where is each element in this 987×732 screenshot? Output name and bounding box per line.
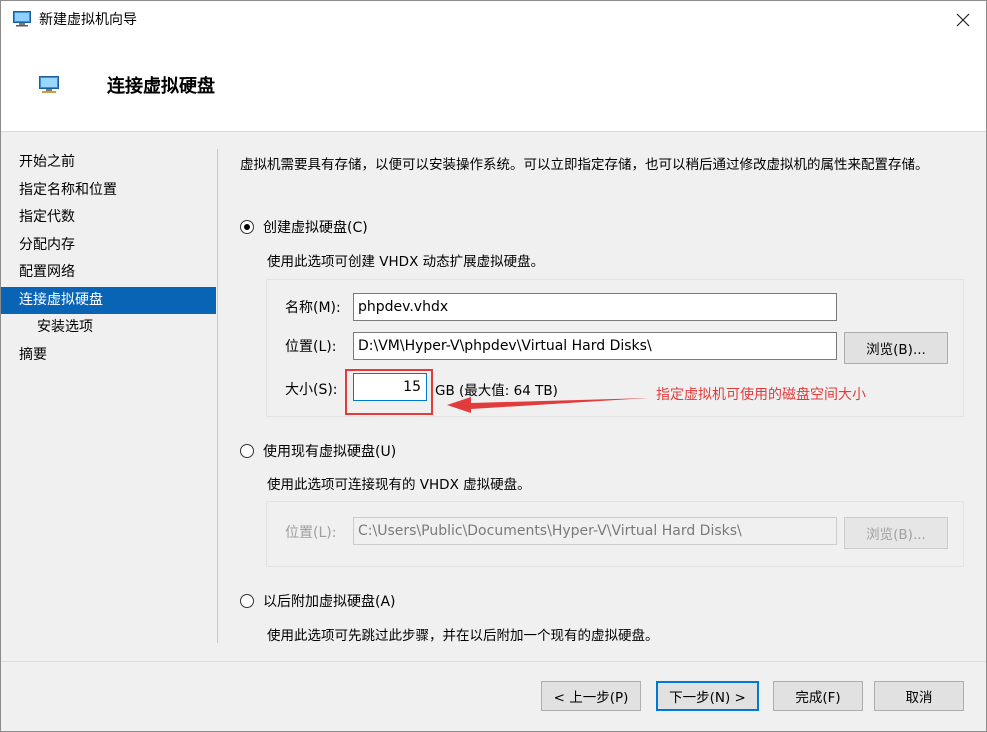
nav-item-install-options[interactable]: 安装选项 [1,314,216,342]
nav-item-before-you-begin[interactable]: 开始之前 [1,149,216,177]
monitor-icon [13,11,31,27]
wizard-footer: < 上一步(P) 下一步(N) > 完成(F) 取消 [1,661,986,731]
wizard-window: 新建虚拟机向导 连接虚拟硬盘 开始之前 指定名称和位置 指定代数 分配内存 配置… [0,0,987,732]
nav-item-summary[interactable]: 摘要 [1,342,216,370]
name-input[interactable]: phpdev.vhdx [353,293,837,321]
radio-attach-later[interactable]: 以后附加虚拟硬盘(A) [240,591,396,611]
annotation-text: 指定虚拟机可使用的磁盘空间大小 [656,387,866,403]
attach-later-description: 使用此选项可先跳过此步骤，并在以后附加一个现有的虚拟硬盘。 [267,628,659,644]
monitor-icon [39,76,59,93]
radio-later-label: 以后附加虚拟硬盘(A) [263,594,396,610]
wizard-nav: 开始之前 指定名称和位置 指定代数 分配内存 配置网络 连接虚拟硬盘 安装选项 … [1,149,216,369]
nav-item-virtual-disk[interactable]: 连接虚拟硬盘 [1,286,216,314]
radio-existing-disk[interactable]: 使用现有虚拟硬盘(U) [240,441,396,461]
radio-create-disk[interactable]: 创建虚拟硬盘(C) [240,217,368,237]
existing-browse-button[interactable]: 浏览(B)... [844,517,948,549]
page-title: 连接虚拟硬盘 [107,76,215,97]
location-label: 位置(L): [285,339,337,355]
browse-button[interactable]: 浏览(B)... [844,332,948,364]
nav-item-memory[interactable]: 分配内存 [1,232,216,260]
close-icon [956,13,970,27]
nav-item-name-location[interactable]: 指定名称和位置 [1,177,216,205]
radio-existing-label: 使用现有虚拟硬盘(U) [263,444,397,460]
next-button[interactable]: 下一步(N) > [656,681,759,711]
radio-indicator [240,594,254,608]
create-disk-description: 使用此选项可创建 VHDX 动态扩展虚拟硬盘。 [267,254,545,270]
radio-create-label: 创建虚拟硬盘(C) [263,220,368,236]
location-input[interactable]: D:\VM\Hyper-V\phpdev\Virtual Hard Disks\ [353,332,837,360]
page-header: 连接虚拟硬盘 [1,39,986,132]
page-description: 虚拟机需要具有存储，以便可以安装操作系统。可以立即指定存储，也可以稍后通过修改虚… [240,157,929,173]
size-label: 大小(S): [285,382,338,398]
existing-location-label: 位置(L): [285,525,337,541]
radio-indicator [240,220,254,234]
finish-button[interactable]: 完成(F) [773,681,863,711]
annotation-arrow-icon [447,397,649,413]
name-label: 名称(M): [285,300,341,316]
nav-item-network[interactable]: 配置网络 [1,259,216,287]
window-title: 新建虚拟机向导 [39,12,137,28]
nav-divider [217,149,218,643]
radio-indicator [240,444,254,458]
cancel-button[interactable]: 取消 [874,681,964,711]
title-bar: 新建虚拟机向导 [1,1,986,39]
previous-button[interactable]: < 上一步(P) [541,681,641,711]
existing-disk-description: 使用此选项可连接现有的 VHDX 虚拟硬盘。 [267,477,531,493]
nav-item-generation[interactable]: 指定代数 [1,204,216,232]
annotation-highlight-box [345,369,433,415]
existing-location-input[interactable]: C:\Users\Public\Documents\Hyper-V\Virtua… [353,517,837,545]
close-button[interactable] [940,1,986,39]
